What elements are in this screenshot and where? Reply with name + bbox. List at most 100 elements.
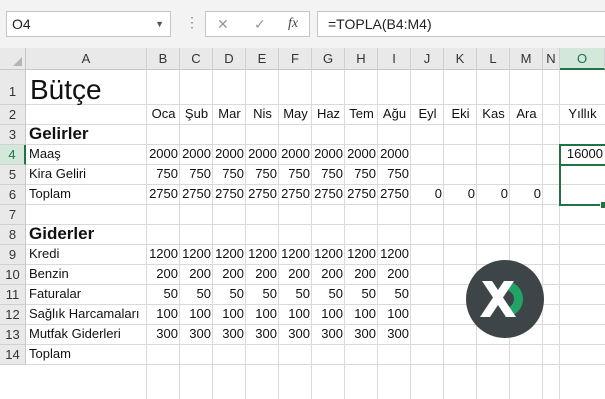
- insert-function-icon[interactable]: fx: [288, 12, 298, 36]
- column-header-e[interactable]: E: [246, 48, 279, 70]
- data-cell: 2000: [248, 146, 277, 161]
- row-header-8[interactable]: 8: [0, 225, 26, 245]
- month-header: May: [283, 106, 308, 121]
- column-header-m[interactable]: M: [510, 48, 543, 70]
- data-cell: 0: [434, 186, 442, 201]
- data-cell: 750: [156, 166, 178, 181]
- data-cell: 50: [361, 286, 376, 301]
- row-header-9[interactable]: 9: [0, 245, 26, 265]
- name-box[interactable]: O4 ▼: [6, 11, 171, 37]
- data-cell: 1200: [281, 246, 310, 261]
- enter-icon[interactable]: ✓: [254, 12, 266, 36]
- month-header: Şub: [184, 106, 209, 121]
- data-cell: 2750: [248, 186, 277, 201]
- month-header: Haz: [316, 106, 341, 121]
- data-cell: 1200: [314, 246, 343, 261]
- month-header: Tem: [349, 106, 374, 121]
- column-header-i[interactable]: I: [378, 48, 411, 70]
- row-header-6[interactable]: 6: [0, 185, 26, 205]
- column-header-a[interactable]: A: [26, 48, 147, 70]
- data-cell: 50: [196, 286, 211, 301]
- data-cell: 1200: [380, 246, 409, 261]
- row-header-1[interactable]: 1: [0, 70, 26, 105]
- data-cell: 100: [288, 306, 310, 321]
- data-cell: 50: [163, 286, 178, 301]
- column-header-g[interactable]: G: [312, 48, 345, 70]
- data-cell: 1200: [182, 246, 211, 261]
- data-cell: 750: [288, 166, 310, 181]
- row-header-11[interactable]: 11: [0, 285, 26, 305]
- row-header-7[interactable]: 7: [0, 205, 26, 225]
- month-header: Eki: [451, 106, 470, 121]
- data-cell: 100: [189, 306, 211, 321]
- chevron-down-icon[interactable]: ▼: [155, 12, 164, 36]
- column-header-d[interactable]: D: [213, 48, 246, 70]
- data-cell: 50: [262, 286, 277, 301]
- data-cell: 750: [189, 166, 211, 181]
- column-header-n[interactable]: N: [543, 48, 560, 70]
- data-cell: 2000: [380, 146, 409, 161]
- data-cell: 100: [387, 306, 409, 321]
- data-cell: 0: [500, 186, 508, 201]
- column-header-f[interactable]: F: [279, 48, 312, 70]
- data-cell: 750: [321, 166, 343, 181]
- column-header-l[interactable]: L: [477, 48, 510, 70]
- data-cell: 750: [387, 166, 409, 181]
- data-cell: 1200: [149, 246, 178, 261]
- data-cell: 50: [295, 286, 310, 301]
- data-cell: 2000: [215, 146, 244, 161]
- more-icon[interactable]: ⋮: [185, 14, 199, 31]
- data-cell: 300: [321, 326, 343, 341]
- data-cell: 100: [321, 306, 343, 321]
- row-header-10[interactable]: 10: [0, 265, 26, 285]
- data-cell: 200: [222, 266, 244, 281]
- data-cell: 0: [533, 186, 541, 201]
- month-header: Kas: [482, 106, 505, 121]
- month-header: Ara: [516, 106, 537, 121]
- formula-buttons: ✕ ✓ fx: [205, 11, 310, 37]
- row-label: Toplam: [29, 346, 71, 361]
- cancel-icon[interactable]: ✕: [217, 12, 229, 36]
- row-label: Kredi: [29, 246, 60, 261]
- row-header-3[interactable]: 3: [0, 125, 26, 145]
- data-cell: 50: [328, 286, 343, 301]
- column-header-o[interactable]: O: [560, 48, 605, 70]
- data-cell: 300: [387, 326, 409, 341]
- row-label: Sağlık Harcamaları: [29, 306, 140, 321]
- data-cell: 2000: [347, 146, 376, 161]
- data-cell: 2750: [182, 186, 211, 201]
- month-header: Nis: [253, 106, 272, 121]
- spreadsheet-grid[interactable]: A B C D E F G H I J K L M N O 1 2 3 4 5 6 7 8 9 10 11 12 13 14 Bütçe O…: [0, 48, 605, 399]
- data-cell: 1200: [248, 246, 277, 261]
- row-header-2[interactable]: 2: [0, 105, 26, 125]
- data-cell: 2750: [314, 186, 343, 201]
- column-header-c[interactable]: C: [180, 48, 213, 70]
- column-header-k[interactable]: K: [444, 48, 477, 70]
- formula-bar: O4 ▼ ⋮ ✕ ✓ fx =TOPLA(B4:M4): [0, 0, 605, 48]
- row-header-12[interactable]: 12: [0, 305, 26, 325]
- active-cell-outline: [559, 144, 605, 166]
- data-cell: 200: [354, 266, 376, 281]
- data-cell: 200: [156, 266, 178, 281]
- data-cell: 2000: [314, 146, 343, 161]
- row-header-13[interactable]: 13: [0, 325, 26, 345]
- data-cell: 100: [255, 306, 277, 321]
- expense-section-header: Giderler: [29, 224, 95, 243]
- income-section-header: Gelirler: [29, 124, 89, 143]
- month-header: Ağu: [382, 106, 407, 121]
- fill-handle[interactable]: [600, 201, 605, 209]
- row-header-14[interactable]: 14: [0, 345, 26, 365]
- column-header-j[interactable]: J: [411, 48, 444, 70]
- data-cell: 2750: [347, 186, 376, 201]
- row-header-4[interactable]: 4: [0, 145, 26, 165]
- data-cell: 2750: [149, 186, 178, 201]
- formula-input[interactable]: =TOPLA(B4:M4): [317, 11, 605, 37]
- column-header-b[interactable]: B: [147, 48, 180, 70]
- data-cell: 2000: [149, 146, 178, 161]
- data-cell: 300: [354, 326, 376, 341]
- column-header-h[interactable]: H: [345, 48, 378, 70]
- annual-header: Yıllık: [568, 106, 597, 121]
- row-label: Benzin: [29, 266, 69, 281]
- data-cell: 750: [222, 166, 244, 181]
- row-header-5[interactable]: 5: [0, 165, 26, 185]
